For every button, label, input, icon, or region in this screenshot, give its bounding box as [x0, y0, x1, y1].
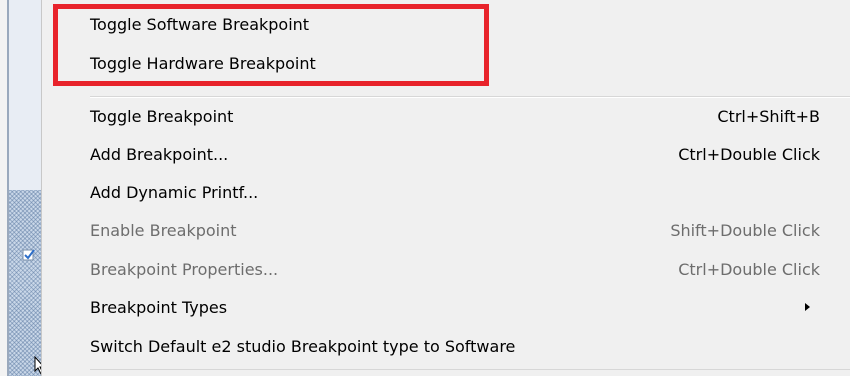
menu-item-label: Switch Default e2 studio Breakpoint type… — [90, 336, 516, 356]
menu-item-add-breakpoint[interactable]: Add Breakpoint... Ctrl+Double Click — [90, 139, 822, 169]
screenshot-stage: Toggle Software Breakpoint Toggle Hardwa… — [0, 0, 850, 376]
menu-item-label: Enable Breakpoint — [90, 220, 237, 240]
menu-item-label: Add Breakpoint... — [90, 144, 229, 164]
menu-item-breakpoint-types[interactable]: Breakpoint Types — [90, 292, 822, 322]
menu-item-breakpoint-properties: Breakpoint Properties... Ctrl+Double Cli… — [90, 254, 822, 284]
menu-item-shortcut: Ctrl+Double Click — [678, 259, 820, 279]
editor-gutter — [0, 0, 7, 376]
menu-item-shortcut: Ctrl+Shift+B — [717, 106, 820, 126]
checkbox-icon[interactable] — [22, 248, 36, 262]
menu-item-label: Breakpoint Types — [90, 297, 228, 317]
menu-item-switch-default-breakpoint-type[interactable]: Switch Default e2 studio Breakpoint type… — [90, 331, 822, 361]
menu-item-add-dynamic-printf[interactable]: Add Dynamic Printf... — [90, 177, 822, 207]
menu-item-shortcut: Shift+Double Click — [670, 220, 820, 240]
menu-item-label: Breakpoint Properties... — [90, 259, 279, 279]
menu-separator — [90, 369, 850, 370]
highlight-annotation-box — [53, 4, 489, 86]
chevron-right-icon — [805, 303, 810, 311]
menu-item-toggle-breakpoint[interactable]: Toggle Breakpoint Ctrl+Shift+B — [90, 101, 822, 131]
gutter-ruler-selected — [9, 190, 41, 376]
menu-item-label: Add Dynamic Printf... — [90, 182, 259, 202]
menu-item-enable-breakpoint: Enable Breakpoint Shift+Double Click — [90, 215, 822, 245]
menu-separator-highlight — [90, 97, 850, 98]
menu-item-shortcut: Ctrl+Double Click — [678, 144, 820, 164]
menu-item-label: Toggle Breakpoint — [90, 106, 234, 126]
